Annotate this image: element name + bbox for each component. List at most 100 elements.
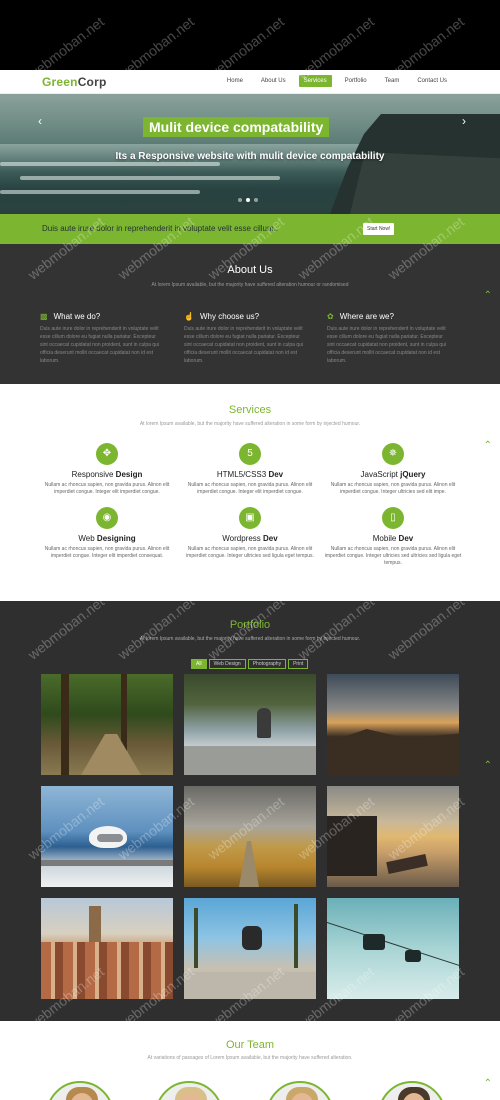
nav-menu: Home About Us Services Portfolio Team Co…	[222, 75, 452, 87]
scroll-up-icon[interactable]: ⌃	[484, 760, 492, 771]
slider-dot-active[interactable]	[246, 198, 250, 202]
portfolio-tile[interactable]	[184, 898, 316, 999]
service-item: ◉ Web Designing Nullam ac rhoncus sapien…	[37, 507, 177, 560]
tile-cable	[327, 922, 459, 967]
lightbulb-icon: ✵	[382, 443, 404, 465]
laptop-icon: ▣	[239, 507, 261, 529]
portfolio-filters: All Web Design Photography Print	[191, 659, 309, 669]
tile-path	[239, 841, 259, 887]
nav-item-services[interactable]: Services	[298, 75, 332, 87]
team-section: Our Team At variations of passages of Lo…	[0, 1021, 500, 1100]
portfolio-section: Portfolio At lorem Ipsum available, but …	[0, 601, 500, 1021]
tile-gondola	[363, 934, 385, 950]
service-name: Responsive Design	[37, 470, 177, 479]
scroll-up-icon[interactable]: ⌃	[484, 440, 492, 451]
arrows-icon: ✥	[96, 443, 118, 465]
service-name: Wordpress Dev	[180, 534, 320, 543]
tile-person	[257, 708, 271, 738]
filter-all[interactable]: All	[191, 659, 207, 669]
slider-dot[interactable]	[254, 198, 258, 202]
portfolio-tile[interactable]	[41, 674, 173, 775]
tile-mountain	[327, 729, 459, 775]
nav-item-home[interactable]: Home	[222, 75, 248, 87]
about-heading-text: Where are we?	[339, 312, 394, 321]
service-name: Web Designing	[37, 534, 177, 543]
services-subtitle: At lorem Ipsum available, but the majori…	[139, 421, 361, 427]
logo[interactable]: GreenCorp	[42, 75, 106, 89]
service-text: Nullam ac rhoncus sapien, non gravida pu…	[330, 482, 456, 495]
tile-rail	[41, 860, 173, 866]
avatar[interactable]	[46, 1081, 114, 1100]
team-title: Our Team	[225, 1039, 275, 1051]
about-heading: ✿ Where are we?	[327, 312, 452, 321]
avatar[interactable]	[378, 1081, 446, 1100]
portfolio-title: Portfolio	[229, 619, 271, 631]
scroll-up-icon[interactable]: ⌃	[484, 1078, 492, 1089]
avatar[interactable]	[266, 1081, 334, 1100]
service-name-b: Design	[115, 470, 143, 479]
chevron-left-icon[interactable]: ‹	[38, 114, 42, 128]
portfolio-tile[interactable]	[41, 786, 173, 887]
chevron-right-icon[interactable]: ›	[462, 114, 466, 128]
hero-wave	[0, 190, 200, 194]
portfolio-tile[interactable]	[184, 786, 316, 887]
start-now-button[interactable]: Start Now!	[363, 223, 395, 235]
portfolio-tile[interactable]	[327, 898, 459, 999]
tile-gondola	[405, 950, 421, 962]
about-heading: ▩ What we do?	[40, 312, 165, 321]
nav-item-portfolio[interactable]: Portfolio	[340, 75, 372, 87]
portfolio-subtitle: At lorem Ipsum available, but the majori…	[139, 636, 361, 642]
service-text: Nullam ac rhoncus sapien, non gravida pu…	[186, 546, 314, 559]
nav-item-about[interactable]: About Us	[256, 75, 291, 87]
service-text: Nullam ac rhoncus sapien, non gravida pu…	[324, 546, 462, 566]
filter-web-design[interactable]: Web Design	[208, 659, 246, 669]
service-name-a: JavaScript	[360, 470, 401, 479]
slider-dots	[238, 198, 258, 202]
services-section: Services At lorem Ipsum available, but t…	[0, 384, 500, 601]
about-column: ☝ Why choose us? Duis aute irure dolor in…	[184, 312, 309, 365]
about-text: Duis aute irure dolor in reprehenderit i…	[327, 326, 446, 364]
hero-title: Mulit device compatability	[143, 117, 330, 137]
tile-palm	[294, 904, 298, 968]
service-item: 5 HTML5/CSS3 Dev Nullam ac rhoncus sapie…	[180, 443, 320, 496]
portfolio-tile[interactable]	[41, 898, 173, 999]
nav-item-contact[interactable]: Contact Us	[412, 75, 452, 87]
service-name: Mobile Dev	[323, 534, 463, 543]
about-heading-text: What we do?	[53, 312, 101, 321]
avatar[interactable]	[155, 1081, 223, 1100]
navbar: GreenCorp Home About Us Services Portfol…	[0, 70, 500, 94]
about-column: ✿ Where are we? Duis aute irure dolor in …	[327, 312, 452, 365]
filter-photography[interactable]: Photography	[247, 659, 287, 669]
slider-dot[interactable]	[238, 198, 242, 202]
nav-item-team[interactable]: Team	[380, 75, 405, 87]
service-item: ✵ JavaScript jQuery Nullam ac rhoncus sa…	[323, 443, 463, 496]
service-item: ▯ Mobile Dev Nullam ac rhoncus sapien, n…	[323, 507, 463, 567]
about-text: Duis aute irure dolor in reprehenderit i…	[184, 326, 303, 364]
about-column: ▩ What we do? Duis aute irure dolor in re…	[40, 312, 165, 365]
tile-pier	[327, 816, 377, 876]
tile-tree	[61, 674, 69, 775]
service-text: Nullam ac rhoncus sapien, non gravida pu…	[44, 546, 170, 559]
hero-wave	[0, 162, 220, 166]
tile-path	[81, 734, 141, 775]
portfolio-tile[interactable]	[327, 786, 459, 887]
tile-rooftops	[41, 942, 173, 999]
portfolio-tile[interactable]	[327, 674, 459, 775]
about-heading-text: Why choose us?	[199, 312, 260, 321]
service-name-b: Dev	[268, 470, 284, 479]
service-text: Nullam ac rhoncus sapien, non gravida pu…	[187, 482, 313, 495]
scroll-up-icon[interactable]: ⌃	[484, 290, 492, 301]
thumbs-up-icon: ☝	[184, 312, 194, 321]
top-black-bar	[0, 0, 500, 70]
portfolio-tile[interactable]	[184, 674, 316, 775]
tile-ledge	[184, 746, 316, 775]
tile-ground	[184, 972, 316, 999]
about-subtitle: At lorem Ipsum available, but the majori…	[151, 282, 349, 288]
service-name-a: Web	[78, 534, 97, 543]
tile-skater	[242, 926, 262, 950]
filter-print[interactable]: Print	[288, 659, 309, 669]
html5-icon: 5	[239, 443, 261, 465]
service-name-a: HTML5/CSS3	[216, 470, 269, 479]
hero-subtitle: Its a Responsive website with mulit devi…	[115, 151, 385, 162]
service-name-b: Dev	[263, 534, 278, 543]
